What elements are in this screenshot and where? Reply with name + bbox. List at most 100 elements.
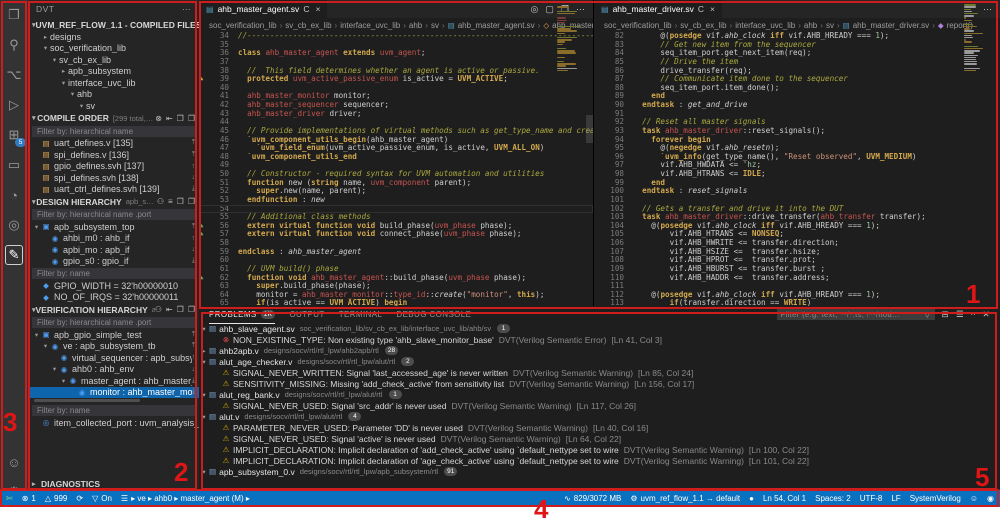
design-hierarchy-tree-item[interactable]: ◉ apbi_mo : apb_if ↓	[28, 244, 199, 256]
record-icon[interactable]: ●	[749, 494, 754, 503]
horizontal-scrollbar[interactable]	[34, 399, 141, 402]
compile-settings-icon[interactable]: ◎	[531, 4, 539, 15]
language-status[interactable]: SystemVerilog	[910, 494, 961, 503]
cursor-position[interactable]: Ln 54, Col 1	[763, 494, 806, 503]
close-icon[interactable]: ×	[315, 4, 320, 14]
tab-ahb-master-driver[interactable]: ▤ ahb_master_driver.sv C ×	[594, 0, 722, 18]
code-editor[interactable]: 34 //------------------------------------…	[199, 32, 593, 306]
compiled-files-tree-item[interactable]: ▾ soc_verification_lib	[28, 43, 199, 55]
open-file-icon[interactable]: ❐	[177, 305, 184, 314]
scroll-action-icon[interactable]: ↓	[192, 366, 200, 373]
code-editor[interactable]: 82 @(posedge vif.ahb_clock iff vif.AHB_H…	[594, 32, 1000, 306]
vertical-scrollbar[interactable]	[586, 115, 593, 143]
scroll-action-icon[interactable]: ↑	[192, 354, 200, 361]
verification-hierarchy-tree-item[interactable]: ▾ ▣ apb_gpio_simple_test ⤒	[28, 329, 199, 341]
breadcrumb[interactable]: soc_verification_lib › sv_cb_ex_lib › interf…	[594, 18, 1000, 32]
sync-icon[interactable]: ⟳	[76, 494, 83, 503]
filter-funnel-icon[interactable]: ▽	[924, 310, 930, 319]
feedback-icon[interactable]: ☺	[970, 494, 978, 503]
activity-item-run-debug[interactable]: ▷	[0, 90, 28, 120]
verification-hierarchy-tree-item[interactable]: ◉ virtual_sequencer : apb_subsystem_virtu…	[28, 352, 199, 364]
problem-issue-row[interactable]: ⚠ SIGNAL_NEVER_USED: Signal 'src_addr' is…	[199, 400, 1000, 411]
errors-status[interactable]: ⊗ 1	[22, 494, 36, 503]
activity-item-explorer[interactable]: ❐	[0, 0, 28, 30]
minimap[interactable]	[964, 2, 997, 72]
close-panel-icon[interactable]: ✕	[982, 309, 990, 320]
problem-issue-row[interactable]: ⚠ PARAMETER_NEVER_USED: Parameter 'DD' is…	[199, 422, 1000, 433]
compiled-files-tree-item[interactable]: ▾ sv_cb_ex_lib	[28, 54, 199, 66]
compiled-files-tree-item[interactable]: ▸ apb_subsystem	[28, 66, 199, 78]
view-as-list-icon[interactable]: ☰	[956, 309, 964, 320]
verification-hierarchy-tree-item[interactable]: ◉ monitor : ahb_master_monitor⤓	[28, 386, 199, 398]
dvt-flow-status[interactable]: ⚙ uvm_ref_flow_1.1 → default	[630, 494, 740, 503]
notifications-icon[interactable]: ◉	[987, 494, 994, 503]
breadcrumb[interactable]: soc_verification_lib › sv_cb_ex_lib › interf…	[199, 18, 593, 32]
warnings-status[interactable]: △ 999	[45, 494, 68, 503]
compiled-files-tree-item[interactable]: ▾ interface_uvc_lib	[28, 77, 199, 89]
scroll-action-icon[interactable]: ⤒	[192, 342, 199, 350]
scroll-action-icon[interactable]: ⤒	[192, 331, 199, 339]
clear-icon[interactable]: ⊗	[155, 114, 162, 123]
compile-order-file-item[interactable]: ▤ spi_defines.svh [138] ↓	[28, 172, 199, 184]
scroll-action-icon[interactable]: ⤒	[192, 151, 199, 159]
split-panel-icon[interactable]: ❐	[188, 197, 195, 206]
open-file-icon[interactable]: ❐	[177, 114, 184, 123]
indentation-status[interactable]: Spaces: 2	[815, 494, 851, 503]
box-icon[interactable]: ▢	[545, 4, 554, 15]
encoding-status[interactable]: UTF-8	[860, 494, 883, 503]
design-hierarchy-tree-item[interactable]: ◉ gpio_s0 : gpio_if ⤓	[28, 256, 199, 268]
activity-item-accounts[interactable]: ☺	[0, 447, 28, 477]
activity-item-testing[interactable]: ◎	[0, 210, 28, 240]
problem-file-row[interactable]: ▾ ▤ ahb_slave_agent.sv soc_verification_lib…	[199, 323, 1000, 334]
activity-item-extensions[interactable]: ⊞ 5	[0, 120, 28, 150]
compile-order-file-item[interactable]: ▤ uart_defines.v [135] ⤒	[28, 138, 199, 150]
breadcrumb-item[interactable]: soc_verification_lib	[604, 21, 672, 30]
split-panel-icon[interactable]: ❐	[188, 114, 195, 123]
verification-hierarchy-name-filter-input[interactable]: Filter by: name	[32, 405, 195, 416]
problem-file-row[interactable]: ▾ ▤ alut.v designs/socv/rtl/rtl_lpw/alut/rt…	[199, 411, 1000, 422]
breadcrumb-item[interactable]: sv	[431, 21, 439, 30]
problem-file-row[interactable]: ▸ ▤ ahb2apb.v designs/socv/rtl/rtl_lpw/ahb2…	[199, 345, 1000, 356]
split-panel-icon[interactable]: ❐	[188, 305, 195, 314]
group-by-icon[interactable]: ⊟	[942, 309, 950, 320]
design-parameter-item[interactable]: ◆ NO_OF_IRQS = 32'h00000011	[28, 292, 199, 304]
panel-tab-debug-console[interactable]: DEBUG CONSOLE	[396, 306, 471, 323]
problem-issue-row[interactable]: ⚠ IMPLICIT_DECLARATION: Implicit declarat…	[199, 455, 1000, 466]
tab-ahb-master-agent[interactable]: ▤ ahb_master_agent.sv C ×	[199, 0, 328, 18]
compiled-files-tree-item[interactable]: ▾ ahb	[28, 89, 199, 101]
compiled-files-tree-item[interactable]: ▾ sv	[28, 100, 199, 112]
close-icon[interactable]: ×	[710, 4, 715, 14]
verification-hierarchy-tree-item[interactable]: ▾ ◉ ve : apb_subsystem_tb ⤒	[28, 341, 199, 353]
types-icon[interactable]: ⚇	[157, 197, 164, 206]
design-hierarchy-name-filter-input[interactable]: Filter by: name	[32, 268, 195, 279]
activity-item-search[interactable]: ⚲	[0, 30, 28, 60]
breadcrumb-item[interactable]: sv_cb_ex_lib	[680, 21, 726, 30]
design-hierarchy-header[interactable]: ▾ DESIGN HIERARCHY apb_subsystem_t… ⚇≡❐❐	[28, 195, 199, 208]
flatten-icon[interactable]: ⇤	[166, 305, 173, 314]
scroll-action-icon[interactable]: ↑	[192, 163, 200, 170]
problem-issue-row[interactable]: ⚠ SIGNAL_NEVER_WRITTEN: Signal 'last_acce…	[199, 367, 1000, 378]
compile-order-icon[interactable]: ⇤	[166, 114, 173, 123]
filter-status[interactable]: ▽ On	[92, 494, 112, 503]
types-icon[interactable]: ⚇	[155, 305, 162, 314]
compile-order-header[interactable]: ▾ COMPILE ORDER [299 total, 227 uniqu… ⊗…	[28, 112, 199, 125]
verification-hierarchy-tree-item[interactable]: ▾◉ master_agent : ahb_master_agent⤓	[28, 375, 199, 387]
verification-hierarchy-header[interactable]: ▾ VERIFICATION HIERARCHY apb_gpio_… ⚇⇤❐❐	[28, 303, 199, 316]
verification-port-item[interactable]: ◎ item_collected_port : uvm_analysis_port	[28, 417, 199, 429]
design-hierarchy-tree-item[interactable]: ◉ ahbi_m0 : ahb_if ↑	[28, 233, 199, 245]
design-hierarchy-tree-item[interactable]: ▾ ▣ apb_subsystem_top ⤒	[28, 221, 199, 233]
open-file-icon[interactable]: ❐	[177, 197, 184, 206]
activity-item-source-control[interactable]: ⌥	[0, 60, 28, 90]
breadcrumb-item[interactable]: sv_cb_ex_lib	[285, 21, 331, 30]
breadcrumb-item[interactable]: ahb_master_agent.sv	[458, 21, 535, 30]
compile-order-filter-input[interactable]: Filter by: hierarchical name	[32, 125, 195, 137]
breadcrumb-item[interactable]: ahb	[804, 21, 817, 30]
breadcrumb-item[interactable]: ahb	[409, 21, 422, 30]
hierarchy-status[interactable]: ☰ ▸ ve ▸ ahb0 ▸ master_agent (M) ▸	[121, 494, 250, 503]
compile-order-file-item[interactable]: ▤ spi_defines.v [136] ⤒	[28, 149, 199, 161]
scroll-action-icon[interactable]: ⤓	[192, 377, 199, 385]
activity-item-run-tasks[interactable]: ◔	[0, 180, 28, 210]
breadcrumb-item[interactable]: interface_uvc_lib	[735, 21, 795, 30]
problem-file-row[interactable]: ▾ ▤ alut_age_checker.v designs/socv/rtl/rtl…	[199, 356, 1000, 367]
breadcrumb-item[interactable]: ahb_master_driver.sv	[853, 21, 929, 30]
